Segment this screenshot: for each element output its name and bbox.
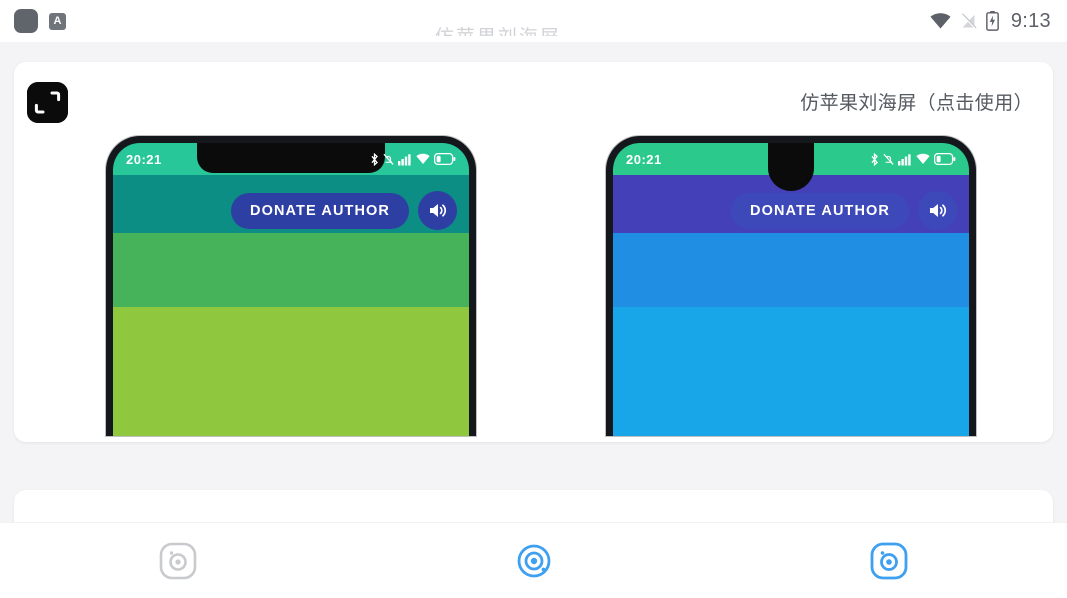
second-style-card[interactable]: 仿××水滴屏（点击使用） bbox=[14, 490, 1053, 523]
speaker-icon[interactable] bbox=[918, 191, 957, 230]
app-blob-icon bbox=[14, 9, 38, 33]
rounded-square-lens-icon bbox=[868, 540, 910, 582]
wallpaper-band-2 bbox=[613, 233, 969, 307]
donate-row-wide[interactable]: DONATE AUTHOR bbox=[231, 191, 457, 230]
nav-item-center[interactable] bbox=[356, 523, 712, 598]
rounded-square-lens-icon bbox=[157, 540, 199, 582]
card-header: 仿苹果刘海屏（点击使用） bbox=[14, 62, 1053, 136]
wide-notch-cutout bbox=[197, 143, 385, 173]
donate-author-button[interactable]: DONATE AUTHOR bbox=[731, 192, 909, 229]
phone-frame-waterdrop: 20:21 DONATE AUTHOR bbox=[606, 136, 976, 436]
app-badge-icon: A bbox=[49, 12, 66, 30]
wallpaper-band-3 bbox=[613, 307, 969, 436]
phone-screen-wide: 20:21 DONATE AUTHOR bbox=[113, 143, 469, 436]
phone-screen-waterdrop: 20:21 DONATE AUTHOR bbox=[613, 143, 969, 436]
status-bar-center: 仿苹果刘海屏 bbox=[66, 0, 930, 42]
status-bar-right-group: 9:13 bbox=[930, 10, 1067, 33]
waterdrop-notch-cutout bbox=[768, 143, 814, 191]
notch-frame-icon bbox=[27, 82, 68, 123]
system-clock: 9:13 bbox=[1010, 9, 1051, 32]
wifi-icon bbox=[930, 13, 951, 29]
bottom-navigation-bar bbox=[0, 522, 1067, 598]
wallpaper-band-2 bbox=[113, 233, 469, 307]
wallpaper-band-3 bbox=[113, 307, 469, 436]
waterdrop-notch-preview[interactable]: 20:21 DONATE AUTHOR bbox=[606, 136, 976, 436]
battery-charging-icon bbox=[985, 11, 999, 31]
system-status-bar: A 仿苹果刘海屏 9:13 bbox=[0, 0, 1067, 42]
speaker-icon[interactable] bbox=[418, 191, 457, 230]
scroll-content[interactable]: 仿苹果刘海屏（点击使用） 20:21 DONATE AUTHOR 20:21 D… bbox=[0, 42, 1067, 523]
wide-notch-preview[interactable]: 20:21 DONATE AUTHOR bbox=[106, 136, 476, 436]
card-title: 仿苹果刘海屏（点击使用） bbox=[800, 93, 1033, 114]
status-bar-left-group: A bbox=[0, 9, 66, 33]
nav-item-right[interactable] bbox=[711, 523, 1067, 598]
phone-frame-wide: 20:21 DONATE AUTHOR bbox=[106, 136, 476, 436]
donate-row-waterdrop[interactable]: DONATE AUTHOR bbox=[731, 191, 957, 230]
signal-off-icon bbox=[960, 12, 977, 30]
nav-item-left[interactable] bbox=[0, 523, 356, 598]
notch-style-card[interactable]: 仿苹果刘海屏（点击使用） 20:21 DONATE AUTHOR 20:21 D… bbox=[14, 62, 1053, 442]
preview-row: 20:21 DONATE AUTHOR 20:21 DONATE AUTHOR bbox=[14, 136, 1053, 436]
circle-lens-icon bbox=[512, 539, 556, 583]
donate-author-button[interactable]: DONATE AUTHOR bbox=[231, 192, 409, 229]
